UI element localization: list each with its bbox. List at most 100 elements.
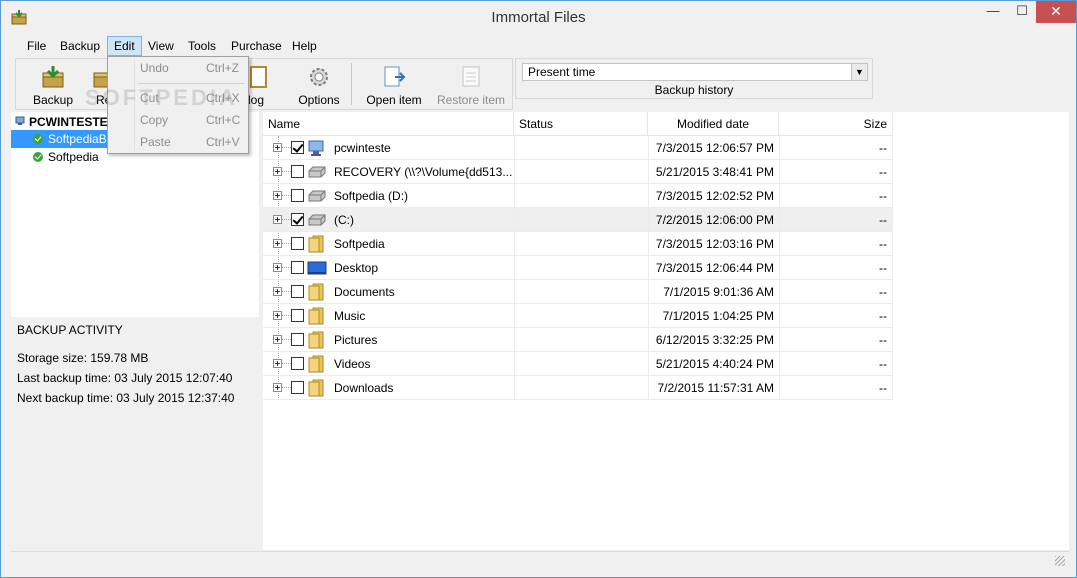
expand-icon[interactable] <box>273 167 282 176</box>
expand-icon[interactable] <box>273 239 282 248</box>
backup-history-panel: Present time ▼ Backup history <box>515 58 873 99</box>
row-name: Videos <box>334 357 371 371</box>
chevron-down-icon[interactable]: ▼ <box>851 64 867 80</box>
maximize-button[interactable]: ☐ <box>1008 1 1036 23</box>
menu-backup[interactable]: Backup <box>54 36 106 56</box>
restore-item-button[interactable]: Restore item <box>434 59 508 109</box>
row-status <box>514 304 648 328</box>
row-status <box>514 136 648 160</box>
table-row[interactable]: (C:) 7/2/2015 12:06:00 PM -- <box>263 208 893 232</box>
menu-item-paste[interactable]: Paste Ctrl+V <box>110 131 246 153</box>
table-row[interactable]: RECOVERY (\\?\Volume{dd513... 5/21/2015 3… <box>263 160 893 184</box>
row-checkbox[interactable] <box>291 141 304 154</box>
menu-help[interactable]: Help <box>286 36 323 56</box>
toolbar-separator <box>351 63 352 105</box>
menu-edit[interactable]: Edit <box>107 36 142 56</box>
column-modified-date[interactable]: Modified date <box>648 112 779 136</box>
title-bar[interactable]: Immortal Files — ☐ ✕ <box>1 1 1076 33</box>
user-folder-icon <box>308 235 324 253</box>
row-size: -- <box>779 160 893 184</box>
expand-icon[interactable] <box>273 191 282 200</box>
resize-grip[interactable] <box>1055 556 1065 566</box>
file-list: Name Status Modified date Size pcwintest… <box>263 112 1069 550</box>
close-button[interactable]: ✕ <box>1036 1 1076 23</box>
row-modified-date: 7/3/2015 12:03:16 PM <box>648 232 779 256</box>
computer-icon <box>308 140 324 156</box>
menu-tools[interactable]: Tools <box>182 36 222 56</box>
row-modified-date: 7/3/2015 12:06:57 PM <box>648 136 779 160</box>
row-status <box>514 256 648 280</box>
activity-title: BACKUP ACTIVITY <box>17 323 123 337</box>
expand-icon[interactable] <box>273 359 282 368</box>
expand-icon[interactable] <box>273 215 282 224</box>
table-row[interactable]: Desktop 7/3/2015 12:06:44 PM -- <box>263 256 893 280</box>
row-checkbox[interactable] <box>291 189 304 202</box>
backup-button[interactable]: Backup <box>30 59 76 109</box>
row-status <box>514 352 648 376</box>
table-row[interactable]: Videos 5/21/2015 4:40:24 PM -- <box>263 352 893 376</box>
row-status <box>514 208 648 232</box>
row-status <box>514 376 648 400</box>
music-folder-icon <box>308 307 324 325</box>
expand-icon[interactable] <box>273 287 282 296</box>
check-circle-icon <box>33 152 43 162</box>
tree-connector <box>282 171 291 172</box>
restore-item-icon <box>462 66 480 87</box>
row-size: -- <box>779 352 893 376</box>
row-name: Documents <box>334 285 395 299</box>
menu-item-undo[interactable]: Undo Ctrl+Z <box>110 57 246 79</box>
column-status[interactable]: Status <box>514 112 648 136</box>
drive-icon <box>308 214 326 226</box>
row-checkbox[interactable] <box>291 237 304 250</box>
menu-item-copy[interactable]: Copy Ctrl+C <box>110 109 246 131</box>
tree-connector <box>282 387 291 388</box>
column-name[interactable]: Name <box>263 112 514 136</box>
row-checkbox[interactable] <box>291 381 304 394</box>
table-row[interactable]: Music 7/1/2015 1:04:25 PM -- <box>263 304 893 328</box>
expand-icon[interactable] <box>273 311 282 320</box>
table-row[interactable]: Pictures 6/12/2015 3:32:25 PM -- <box>263 328 893 352</box>
backup-icon <box>42 66 64 88</box>
row-name: pcwinteste <box>334 141 391 155</box>
restore-item-label: Restore item <box>436 93 506 107</box>
pictures-folder-icon <box>308 331 324 349</box>
menu-purchase[interactable]: Purchase <box>225 36 288 56</box>
row-size: -- <box>779 232 893 256</box>
table-row[interactable]: Softpedia 7/3/2015 12:03:16 PM -- <box>263 232 893 256</box>
expand-icon[interactable] <box>273 383 282 392</box>
row-name: Downloads <box>334 381 394 395</box>
row-modified-date: 7/2/2015 11:57:31 AM <box>648 376 779 400</box>
table-row[interactable]: pcwinteste 7/3/2015 12:06:57 PM -- <box>263 136 893 160</box>
row-size: -- <box>779 184 893 208</box>
table-row[interactable]: Downloads 7/2/2015 11:57:31 AM -- <box>263 376 893 400</box>
tree-item-softpedia-backup[interactable]: SoftpediaBa <box>11 130 111 148</box>
table-row[interactable]: Documents 7/1/2015 9:01:36 AM -- <box>263 280 893 304</box>
row-checkbox[interactable] <box>291 261 304 274</box>
drive-icon <box>308 190 326 202</box>
column-size[interactable]: Size <box>779 112 893 136</box>
row-name: Softpedia <box>334 237 385 251</box>
log-icon <box>250 66 267 88</box>
tree-connector <box>282 243 291 244</box>
row-checkbox[interactable] <box>291 333 304 346</box>
menu-file[interactable]: File <box>21 36 52 56</box>
row-status <box>514 160 648 184</box>
expand-icon[interactable] <box>273 143 282 152</box>
row-checkbox[interactable] <box>291 285 304 298</box>
row-checkbox[interactable] <box>291 309 304 322</box>
table-row[interactable]: Softpedia (D:) 7/3/2015 12:02:52 PM -- <box>263 184 893 208</box>
expand-icon[interactable] <box>273 263 282 272</box>
row-checkbox[interactable] <box>291 213 304 226</box>
expand-icon[interactable] <box>273 335 282 344</box>
tree-root-label: PCWINTESTE <box>29 115 108 129</box>
row-checkbox[interactable] <box>291 357 304 370</box>
options-button[interactable]: Options <box>290 59 348 109</box>
menu-separator <box>138 83 244 84</box>
menu-bar: File Backup Edit View Tools Purchase Hel… <box>15 35 1067 57</box>
backup-history-select[interactable]: Present time ▼ <box>522 63 868 81</box>
minimize-button[interactable]: — <box>978 1 1008 23</box>
open-item-button[interactable]: Open item <box>360 59 428 109</box>
row-checkbox[interactable] <box>291 165 304 178</box>
menu-view[interactable]: View <box>142 36 180 56</box>
documents-folder-icon <box>308 283 324 301</box>
